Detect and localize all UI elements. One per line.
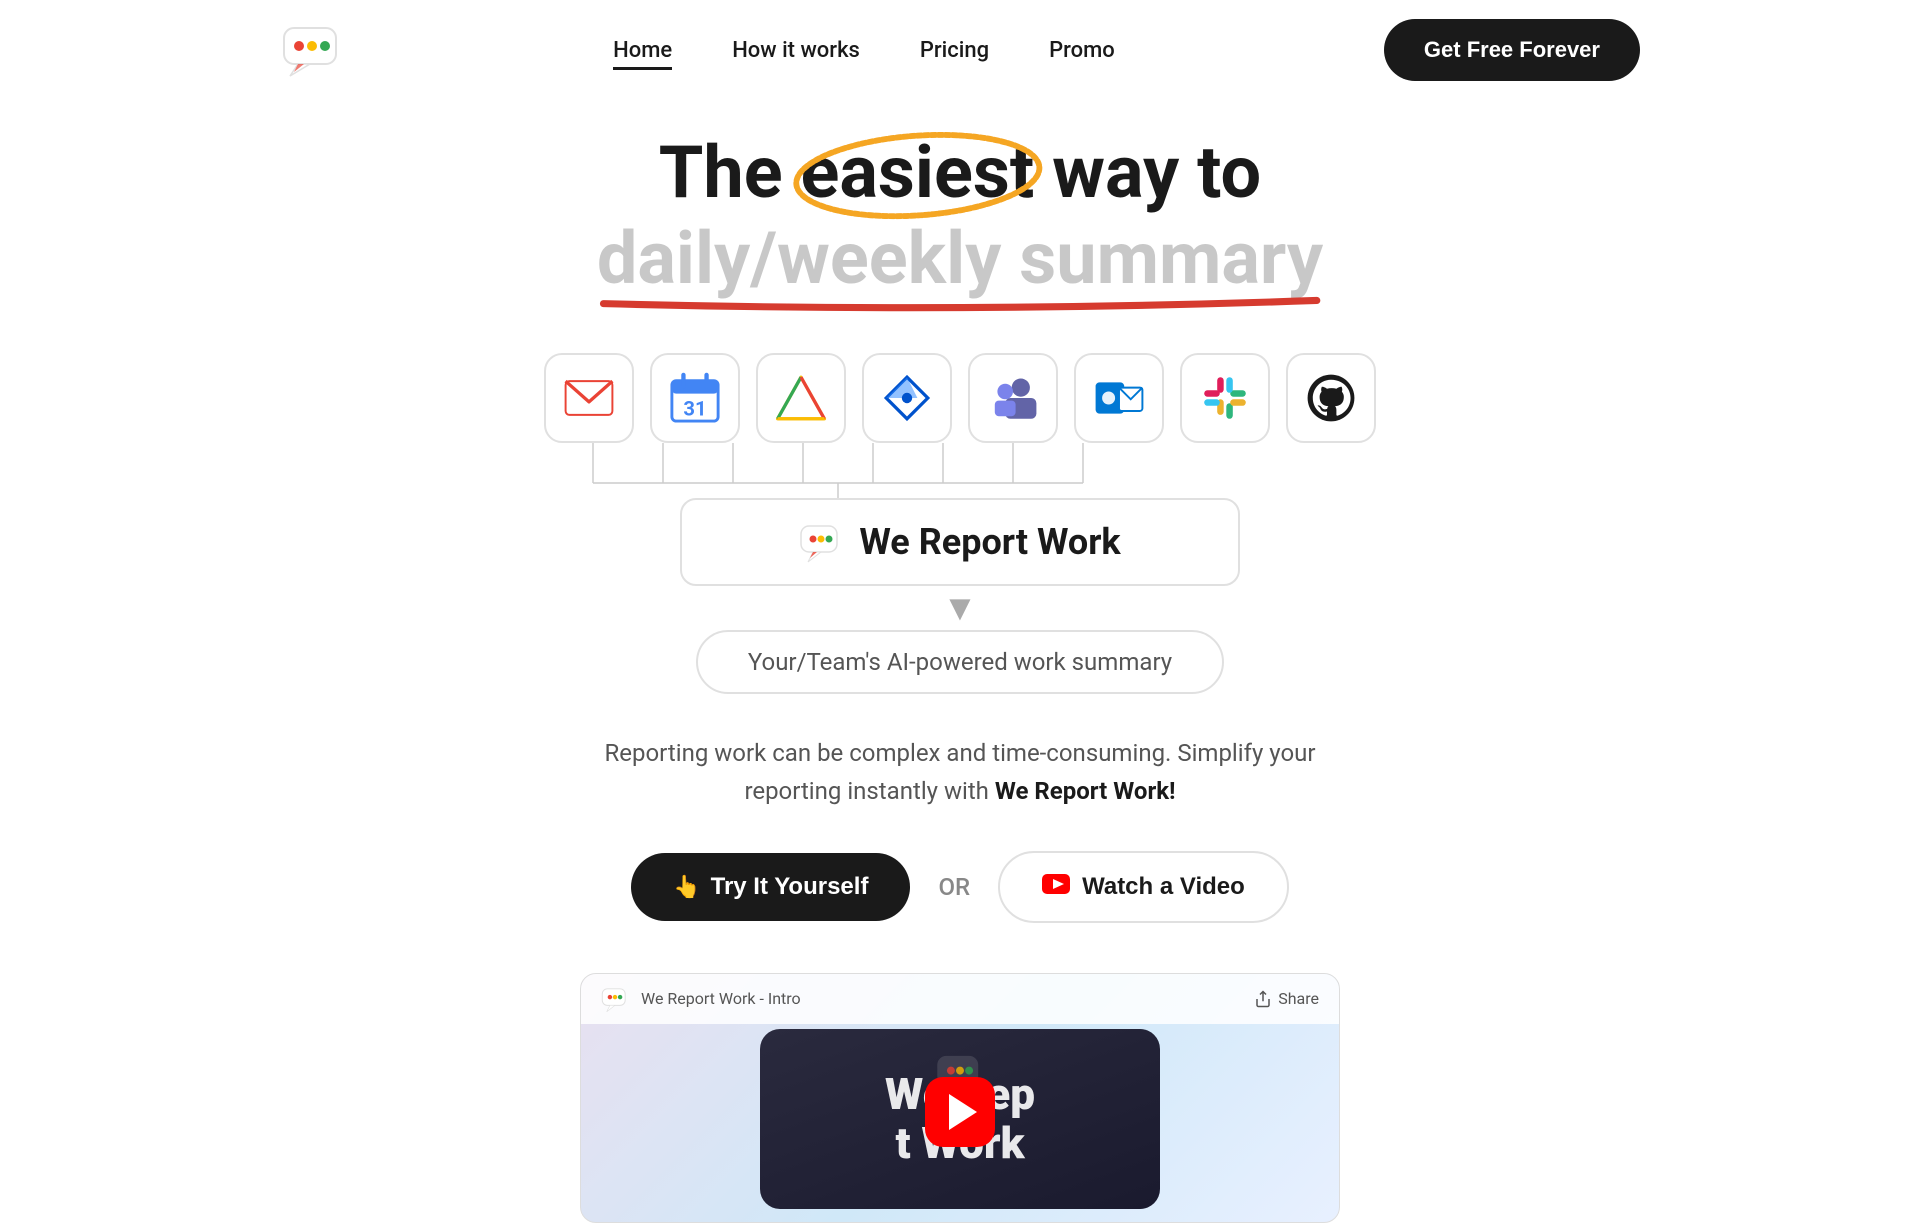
outlook-icon — [1093, 372, 1145, 424]
hero-description: Reporting work can be complex and time-c… — [580, 734, 1340, 811]
wrw-box: We Report Work — [680, 498, 1240, 586]
arrow-down-icon: ▼ — [942, 590, 978, 626]
navbar: Home How it works Pricing Promo Get Free… — [0, 0, 1920, 100]
try-it-button[interactable]: 👆 Try It Yourself — [631, 853, 910, 921]
cta-row: 👆 Try It Yourself OR Watch a Video — [631, 851, 1289, 923]
watch-video-button[interactable]: Watch a Video — [998, 851, 1289, 923]
title-prefix: The — [659, 130, 801, 215]
teams-icon-box — [968, 353, 1058, 443]
logo[interactable] — [280, 18, 344, 82]
jira-icon — [881, 372, 933, 424]
nav-item-howitworks[interactable]: How it works — [732, 38, 860, 63]
svg-text:31: 31 — [683, 396, 706, 420]
teams-icon — [987, 372, 1039, 424]
nav-item-pricing[interactable]: Pricing — [920, 38, 989, 63]
nav-links: Home How it works Pricing Promo — [613, 38, 1115, 63]
video-top-bar: We Report Work - Intro Share — [581, 974, 1339, 1024]
summary-label: Your/Team's AI-powered work summary — [748, 648, 1172, 676]
youtube-icon — [1042, 873, 1070, 901]
nav-item-promo[interactable]: Promo — [1049, 38, 1115, 63]
gmail-icon-box — [544, 353, 634, 443]
hero-title-line2: daily/weekly summary — [597, 216, 1323, 302]
video-title-text: We Report Work - Intro — [641, 989, 801, 1008]
nav-link-home[interactable]: Home — [613, 38, 672, 70]
outlook-icon-box — [1074, 353, 1164, 443]
hero-section: The easiest way to daily/weekly summary — [0, 100, 1920, 1223]
gdrive-icon-box — [756, 353, 846, 443]
get-free-button[interactable]: Get Free Forever — [1384, 19, 1640, 81]
hero-title-line1: The easiest way to — [597, 130, 1323, 216]
github-icon — [1305, 372, 1357, 424]
gcal-icon-box: 31 — [650, 353, 740, 443]
logo-icon — [280, 18, 344, 82]
nav-link-pricing[interactable]: Pricing — [920, 38, 989, 63]
slack-icon-box — [1180, 353, 1270, 443]
gdrive-icon — [775, 372, 827, 424]
flow-diagram: 31 — [0, 353, 1920, 694]
or-divider: OR — [938, 873, 970, 901]
gmail-icon — [563, 378, 615, 418]
nav-link-promo[interactable]: Promo — [1049, 38, 1115, 63]
share-button[interactable]: Share — [1254, 989, 1319, 1008]
nav-link-howitworks[interactable]: How it works — [732, 38, 860, 63]
jira-icon-box — [862, 353, 952, 443]
gcal-icon: 31 — [669, 372, 721, 424]
slack-icon — [1199, 372, 1251, 424]
connector-lines — [540, 443, 1380, 498]
github-icon-box — [1286, 353, 1376, 443]
share-icon — [1254, 990, 1272, 1008]
title-suffix: way to — [1034, 130, 1261, 215]
video-play-button[interactable] — [925, 1077, 995, 1147]
summary-box: Your/Team's AI-powered work summary — [696, 630, 1224, 694]
video-preview[interactable]: We Report Work - Intro Share We Rept Wor… — [580, 973, 1340, 1223]
video-logo — [601, 985, 629, 1013]
title-easiest: easiest — [801, 130, 1035, 216]
hand-icon: 👆 — [673, 874, 700, 900]
wrw-label: We Report Work — [859, 521, 1120, 563]
hero-title: The easiest way to daily/weekly summary — [597, 130, 1323, 303]
nav-item-home[interactable]: Home — [613, 38, 672, 63]
wrw-logo-icon — [799, 520, 843, 564]
app-icons-row: 31 — [536, 353, 1384, 443]
